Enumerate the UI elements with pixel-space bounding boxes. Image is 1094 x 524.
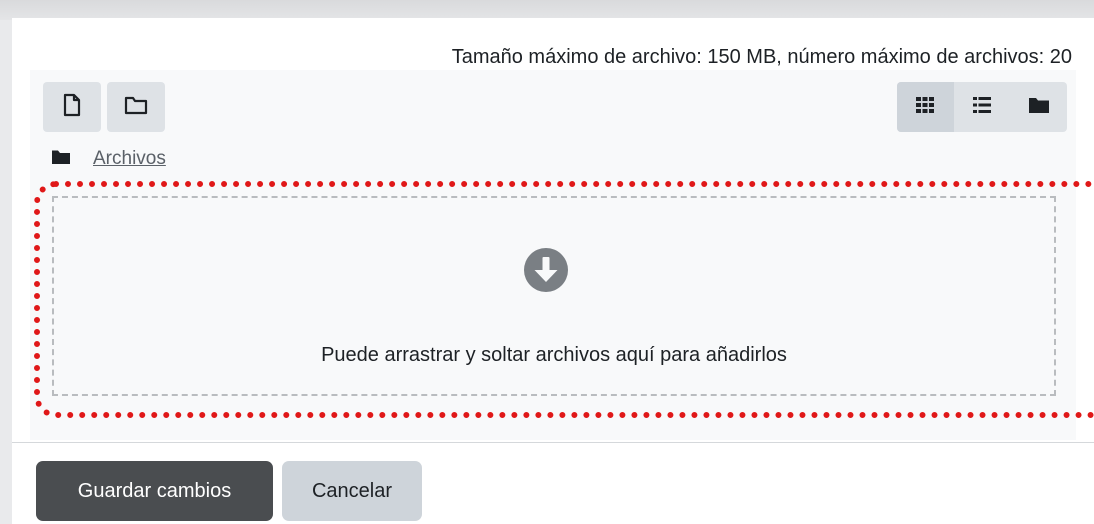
file-dropzone[interactable]: Puede arrastrar y soltar archivos aquí p… [52,196,1056,396]
cancel-button[interactable]: Cancelar [282,461,422,521]
folder-icon [52,150,70,169]
file-icon [62,93,82,122]
breadcrumb-link-archivos[interactable]: Archivos [93,148,166,170]
view-list-button[interactable] [954,82,1011,132]
save-changes-button[interactable]: Guardar cambios [36,461,273,521]
add-file-button[interactable] [43,82,101,132]
create-folder-button[interactable] [107,82,165,132]
arrow-circle-down-icon [522,246,570,299]
max-file-size-info: Tamaño máximo de archivo: 150 MB, número… [451,46,1072,68]
breadcrumb: Archivos [52,144,166,174]
folder-outline-icon [124,95,148,120]
folder-icon [1028,97,1049,118]
view-grid-button[interactable] [897,82,954,132]
view-switcher [897,82,1067,132]
dropzone-message: Puede arrastrar y soltar archivos aquí p… [321,344,787,366]
grid-icon [916,96,935,118]
view-tree-button[interactable] [1010,82,1067,132]
list-icon [973,96,991,118]
divider [12,442,1094,443]
page-top-background [0,0,1094,20]
